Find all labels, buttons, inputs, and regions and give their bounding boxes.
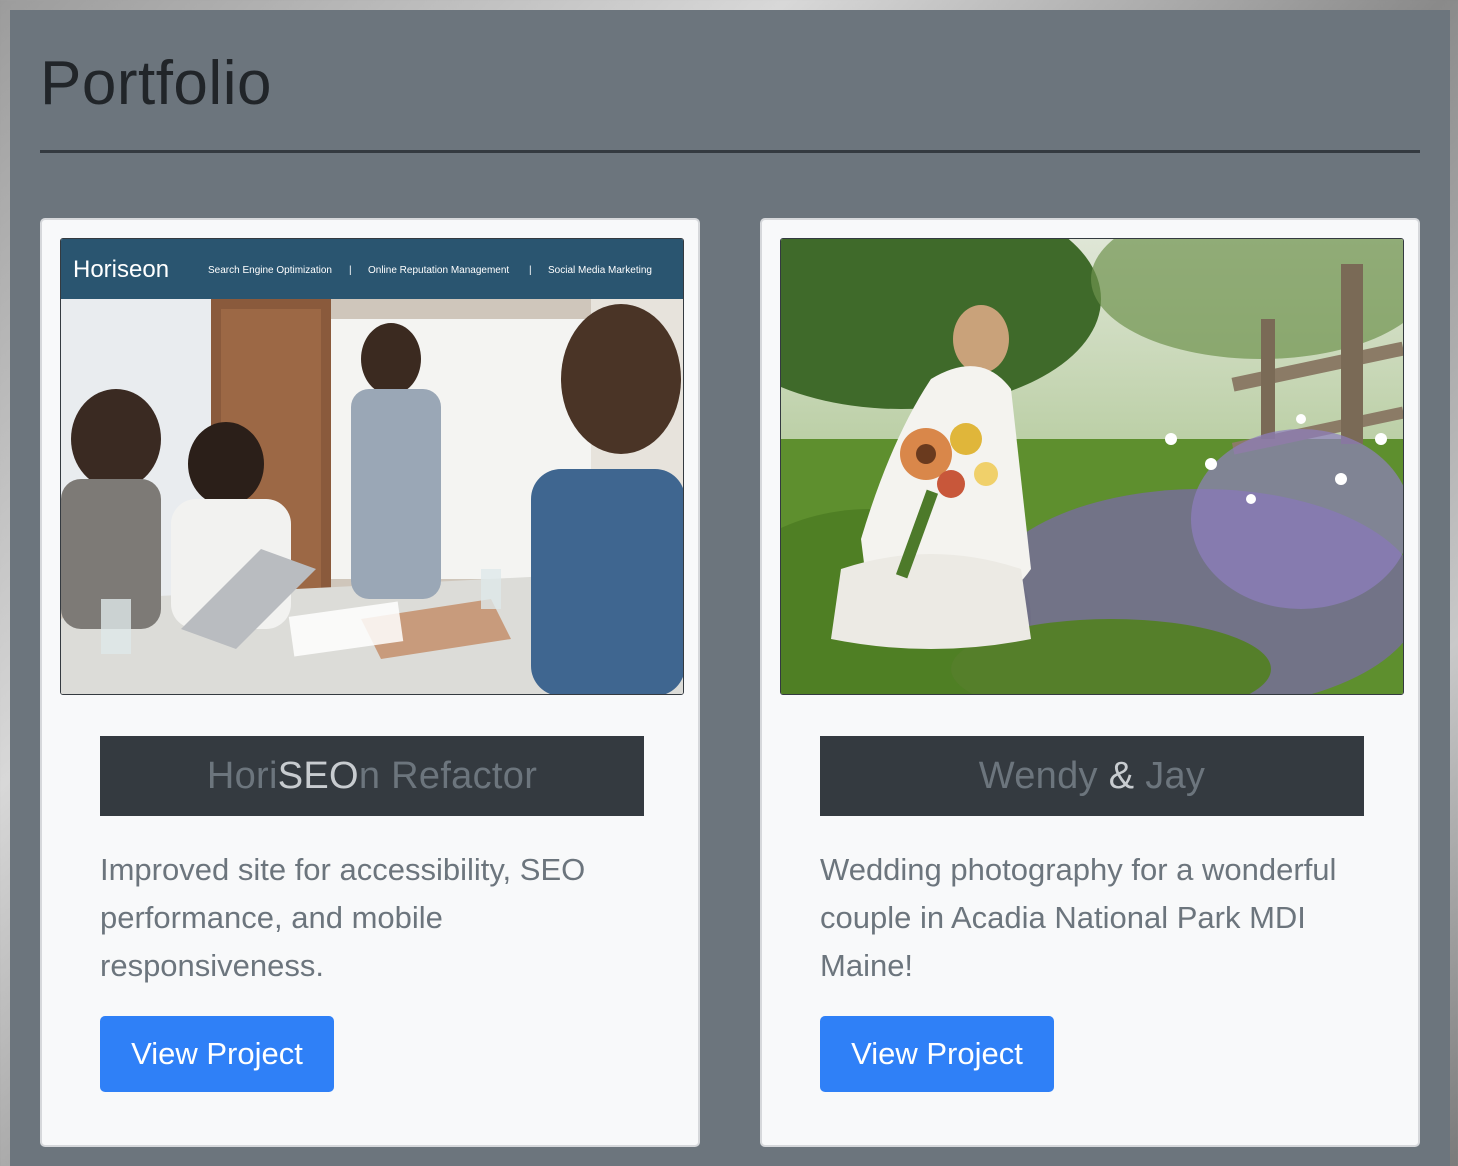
- title-divider: [40, 150, 1420, 153]
- project-title-part: Jay: [1134, 754, 1206, 797]
- portfolio-section: Portfolio Horiseon Search Engine Optimiz…: [10, 10, 1450, 1166]
- project-title-highlight: &: [1108, 754, 1135, 797]
- svg-text:|: |: [529, 265, 532, 276]
- project-card-horiseon: Horiseon Search Engine Optimization | On…: [40, 218, 700, 1147]
- view-project-button-wendy-jay[interactable]: View Project: [820, 1016, 1054, 1092]
- project-title-part: Hori: [206, 754, 278, 797]
- project-title-part: Wendy: [978, 754, 1109, 797]
- project-image-wendy-jay[interactable]: [780, 238, 1404, 695]
- horiseon-brand-text: Horiseon: [73, 256, 169, 283]
- page-title: Portfolio: [40, 49, 272, 118]
- project-image-horiseon[interactable]: Horiseon Search Engine Optimization | On…: [60, 238, 684, 695]
- project-title-part: n Refactor: [358, 754, 538, 797]
- project-card-wendy-jay: Wendy & Jay Wedding photography for a wo…: [760, 218, 1420, 1147]
- svg-text:|: |: [349, 265, 352, 276]
- horiseon-nav-seo: Search Engine Optimization: [208, 265, 332, 276]
- horiseon-nav-orm: Online Reputation Management: [368, 265, 509, 276]
- project-description-wendy-jay: Wedding photography for a wonderful coup…: [820, 852, 1337, 983]
- horiseon-nav-smm: Social Media Marketing: [548, 265, 652, 276]
- view-project-button-horiseon[interactable]: View Project: [100, 1016, 334, 1092]
- project-title-horiseon: Hori SEO n Refactor: [100, 736, 644, 816]
- project-title-wendy-jay: Wendy & Jay: [820, 736, 1364, 816]
- project-title-highlight: SEO: [277, 754, 359, 797]
- project-description-horiseon: Improved site for accessibility, SEO per…: [100, 852, 586, 983]
